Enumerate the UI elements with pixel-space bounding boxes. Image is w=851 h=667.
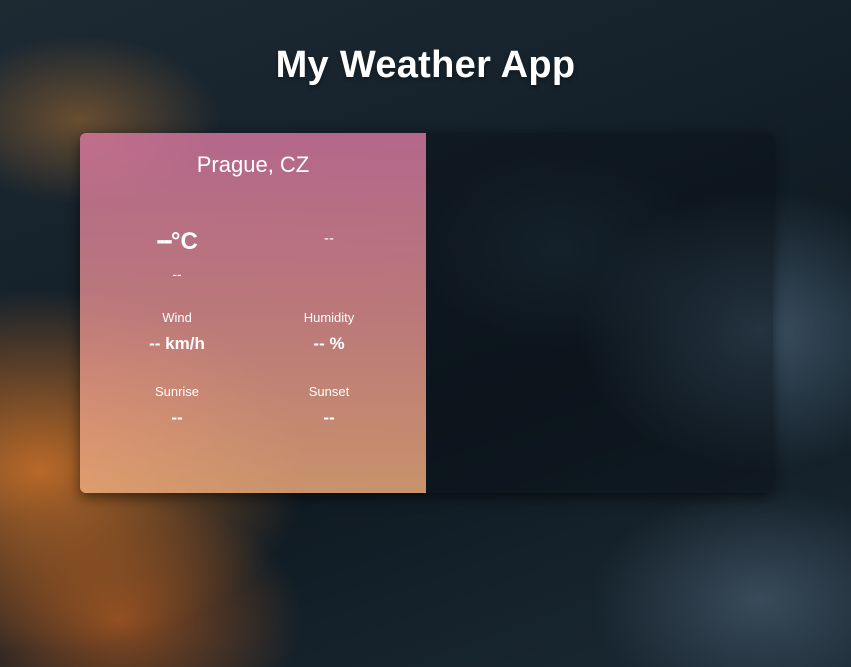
temperature-value: -- [156,224,173,255]
sunrise-label: Sunrise [154,384,200,399]
wind-stat: Wind -- km/h [102,310,252,354]
sunrise-value: -- [171,408,183,427]
wind-value: -- km/h [149,334,205,353]
weather-details-panel: Prague, CZ --°C -- -- Wind -- km/h Humid… [80,133,426,493]
empty-panel [426,133,773,493]
humidity-value: -- % [313,334,345,353]
humidity-label: Humidity [303,310,355,325]
sunrise-stat: Sunrise -- [102,384,252,428]
sunset-value: -- [323,408,335,427]
temperature-unit: °C [170,228,198,255]
app-title: My Weather App [275,44,576,86]
humidity-stat: Humidity -- % [254,310,404,354]
weather-card: Prague, CZ --°C -- -- Wind -- km/h Humid… [80,133,773,493]
temperature: --°C [102,226,252,256]
sunset-stat: Sunset -- [254,384,404,428]
city-name: Prague, CZ [196,152,310,177]
weather-condition: -- [324,230,334,247]
weather-description: -- [172,266,182,282]
sunset-label: Sunset [308,384,350,399]
wind-label: Wind [162,310,192,325]
